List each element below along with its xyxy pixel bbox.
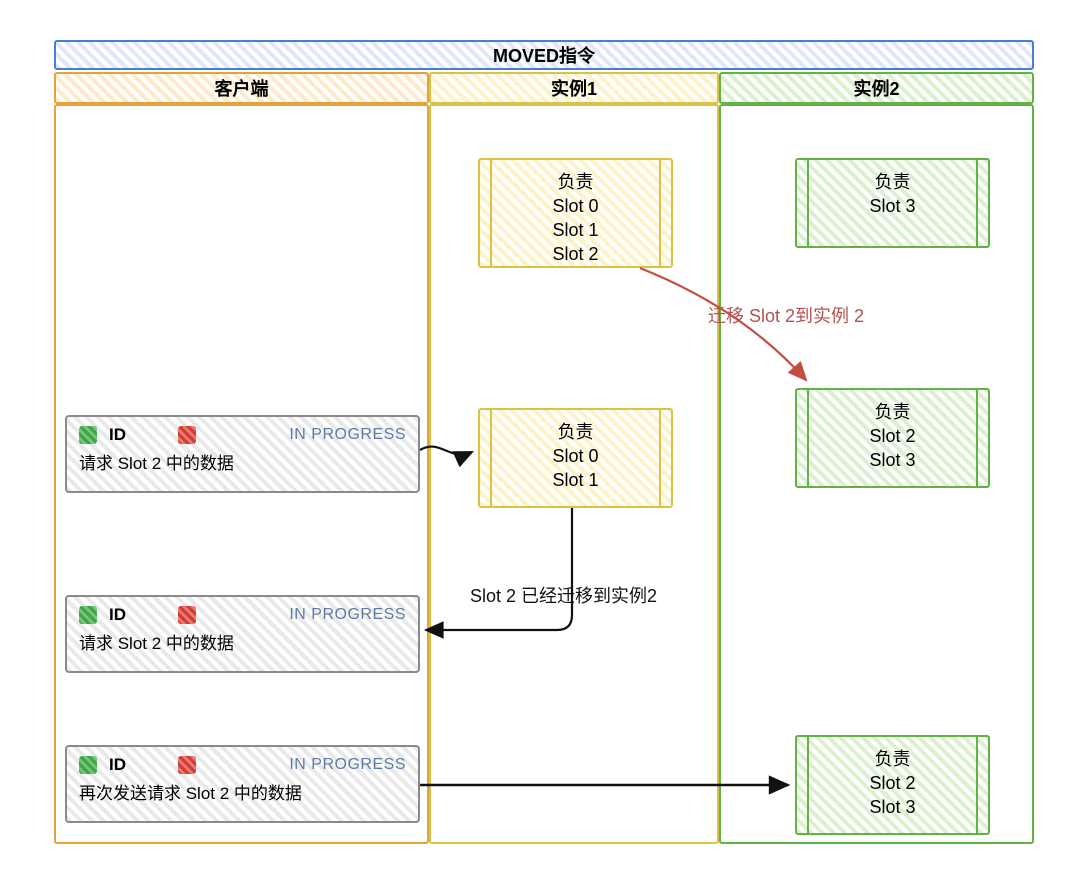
- client-request-card-2: ID IN PROGRESS 请求 Slot 2 中的数据: [65, 595, 420, 673]
- instance2-state-b: 负责 Slot 2 Slot 3: [795, 388, 990, 488]
- slotbox-line: Slot 2: [480, 242, 671, 266]
- id-label: ID: [109, 755, 126, 775]
- instance1-state-b: 负责 Slot 0 Slot 1: [478, 408, 673, 508]
- instance2-state-a: 负责 Slot 3: [795, 158, 990, 248]
- column-header-instance2: 实例2: [719, 72, 1034, 104]
- slotbox-title: 负责: [480, 170, 671, 194]
- client-request-card-1: ID IN PROGRESS 请求 Slot 2 中的数据: [65, 415, 420, 493]
- slotbox-title: 负责: [797, 747, 988, 771]
- card-body: 请求 Slot 2 中的数据: [67, 627, 418, 662]
- column-header-client: 客户端: [54, 72, 429, 104]
- badge-red-icon: [178, 756, 196, 774]
- badge-red-icon: [178, 606, 196, 624]
- slotbox-line: Slot 3: [797, 795, 988, 819]
- annotation-migrate: 迁移 Slot 2到实例 2: [708, 302, 864, 328]
- slotbox-line: Slot 1: [480, 218, 671, 242]
- slotbox-line: Slot 2: [797, 771, 988, 795]
- status-text: IN PROGRESS: [289, 426, 406, 444]
- status-text: IN PROGRESS: [289, 756, 406, 774]
- slotbox-title: 负责: [480, 420, 671, 444]
- slotbox-line: Slot 0: [480, 444, 671, 468]
- slotbox-line: Slot 1: [480, 468, 671, 492]
- instance1-state-a: 负责 Slot 0 Slot 1 Slot 2: [478, 158, 673, 268]
- slotbox-line: Slot 2: [797, 424, 988, 448]
- card-body: 再次发送请求 Slot 2 中的数据: [67, 777, 418, 812]
- instance2-state-c: 负责 Slot 2 Slot 3: [795, 735, 990, 835]
- slotbox-line: Slot 3: [797, 194, 988, 218]
- badge-red-icon: [178, 426, 196, 444]
- slotbox-line: Slot 0: [480, 194, 671, 218]
- id-label: ID: [109, 425, 126, 445]
- id-label: ID: [109, 605, 126, 625]
- title-bar: MOVED指令: [54, 40, 1034, 70]
- column-header-instance1: 实例1: [429, 72, 719, 104]
- client-request-card-3: ID IN PROGRESS 再次发送请求 Slot 2 中的数据: [65, 745, 420, 823]
- slotbox-title: 负责: [797, 400, 988, 424]
- slotbox-title: 负责: [797, 170, 988, 194]
- slotbox-line: Slot 3: [797, 448, 988, 472]
- diagram-stage: MOVED指令 客户端 实例1 实例2 负责 Slot 0 Slot 1 Slo…: [0, 0, 1080, 884]
- annotation-already-moved: Slot 2 已经迁移到实例2: [470, 582, 657, 608]
- status-text: IN PROGRESS: [289, 606, 406, 624]
- badge-green-icon: [79, 606, 97, 624]
- card-body: 请求 Slot 2 中的数据: [67, 447, 418, 482]
- badge-green-icon: [79, 756, 97, 774]
- badge-green-icon: [79, 426, 97, 444]
